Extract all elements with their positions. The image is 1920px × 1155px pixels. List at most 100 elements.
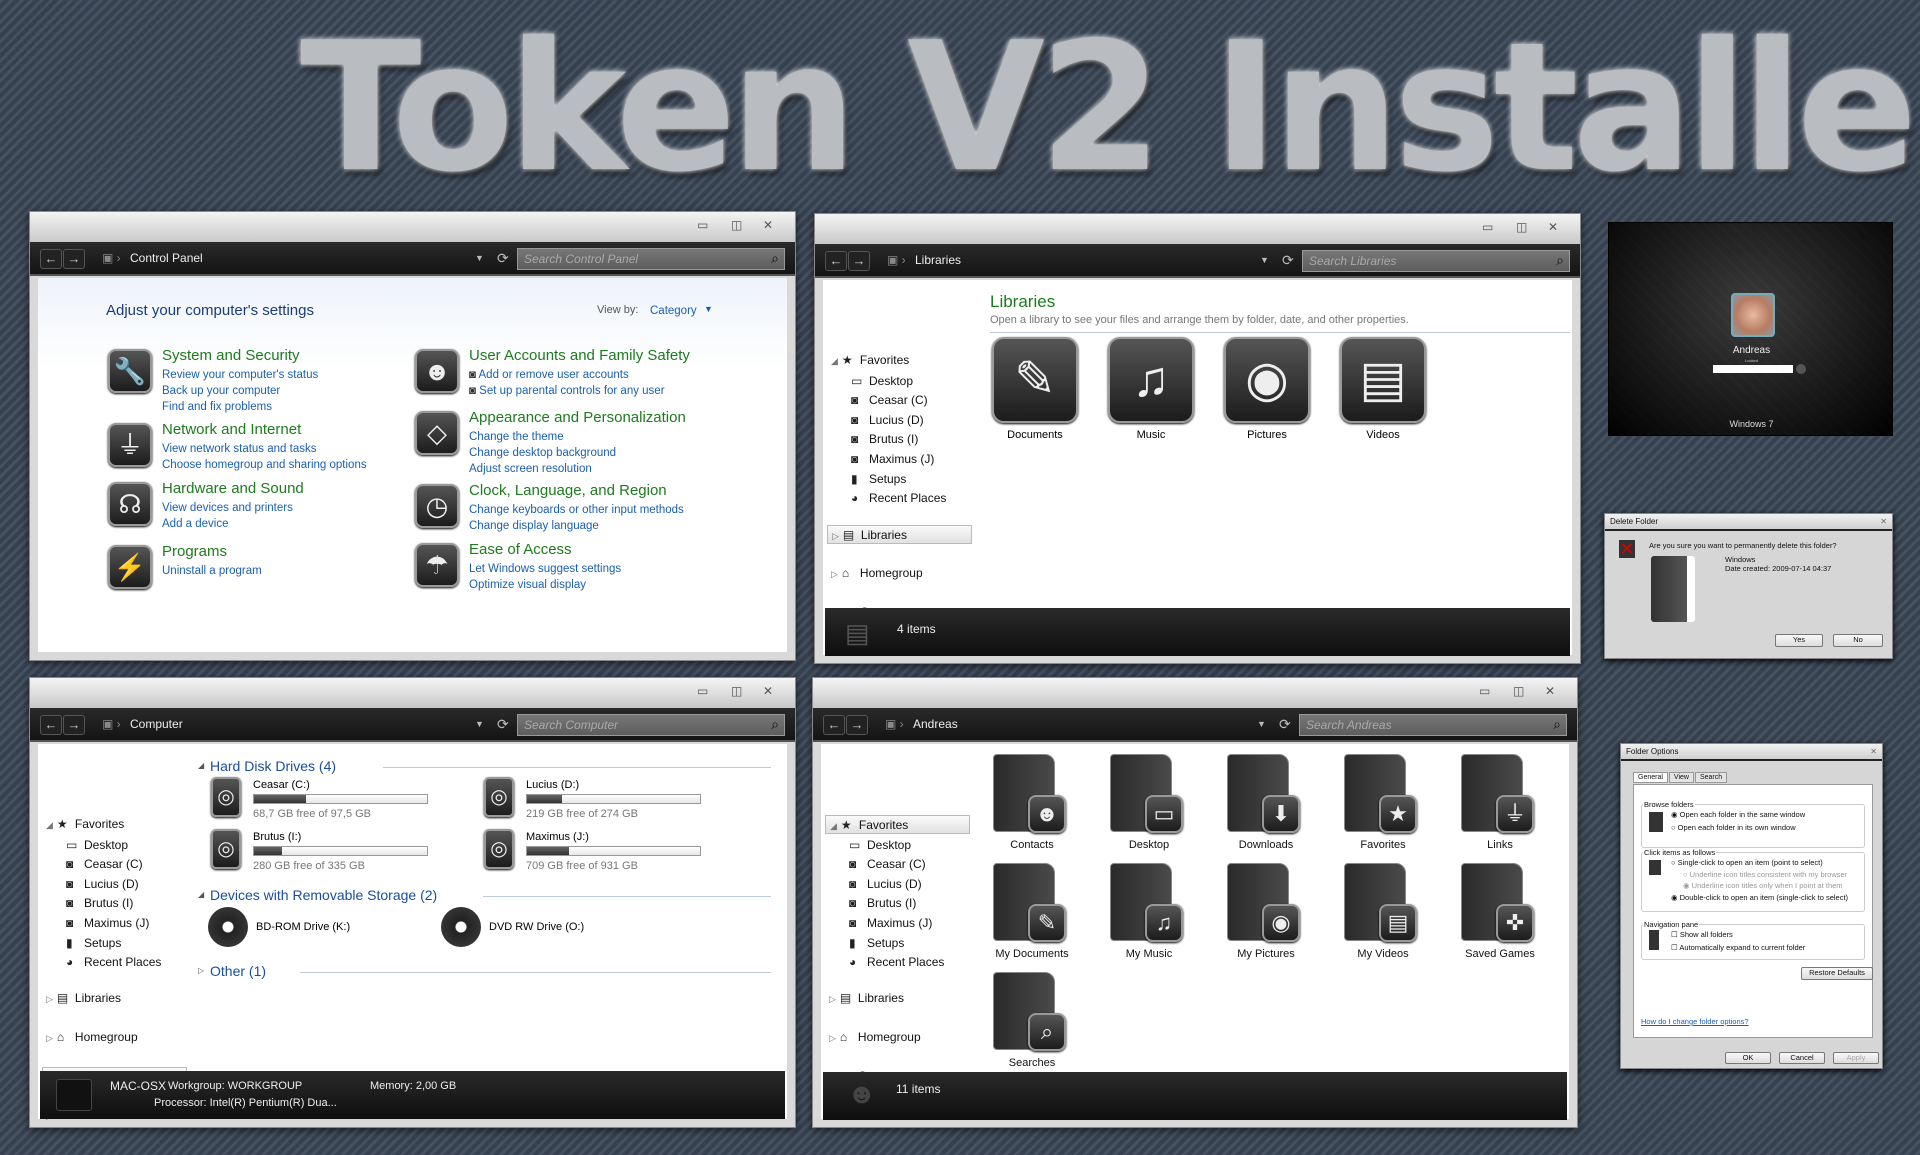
nav-libraries[interactable]: ▷ ▤ Libraries bbox=[827, 525, 972, 544]
option-radio[interactable]: ○ Single-click to open an item (point to… bbox=[1671, 858, 1823, 867]
category-link[interactable]: View network status and tasks bbox=[162, 441, 316, 457]
cancel-button[interactable]: Cancel bbox=[1779, 1052, 1825, 1064]
drive-name[interactable]: DVD RW Drive (O:) bbox=[489, 921, 584, 933]
nav-item-maximus-j-[interactable]: ◙ Maximus (J) bbox=[66, 916, 149, 930]
search-icon[interactable]: ⌕ bbox=[771, 250, 779, 267]
nav-libraries[interactable]: ▷ ▤ Libraries bbox=[42, 989, 187, 1008]
section-header[interactable]: Hard Disk Drives (4) bbox=[210, 758, 336, 774]
category-link[interactable]: Let Windows suggest settings bbox=[469, 561, 621, 577]
forward-button[interactable]: → bbox=[846, 715, 868, 735]
folder-label[interactable]: My Pictures bbox=[1221, 948, 1311, 960]
search-icon[interactable]: ⌕ bbox=[1556, 252, 1564, 269]
library-label[interactable]: Documents bbox=[982, 429, 1088, 441]
folder-label[interactable]: My Music bbox=[1104, 948, 1194, 960]
nav-item-ceasar-c-[interactable]: ◙ Ceasar (C) bbox=[849, 857, 926, 871]
category-title[interactable]: Programs bbox=[162, 543, 227, 560]
folder-icon[interactable]: ☻ bbox=[993, 754, 1066, 833]
section-header[interactable]: Other (1) bbox=[210, 963, 266, 979]
folder-label[interactable]: Favorites bbox=[1338, 839, 1428, 851]
category-title[interactable]: Clock, Language, and Region bbox=[469, 482, 667, 499]
expand-arrow-icon[interactable]: ◢ bbox=[831, 356, 838, 366]
library-label[interactable]: Music bbox=[1098, 429, 1204, 441]
nav-libraries[interactable]: ▷ ▤ Libraries bbox=[825, 989, 970, 1008]
nav-item-lucius-d-[interactable]: ◙ Lucius (D) bbox=[849, 877, 922, 891]
section-arrow-icon[interactable]: ◢ bbox=[198, 890, 204, 899]
drive-name[interactable]: Maximus (J:) bbox=[526, 831, 589, 843]
search-icon[interactable]: ⌕ bbox=[771, 716, 779, 733]
expand-arrow-icon[interactable]: ▷ bbox=[46, 1033, 53, 1043]
option-check[interactable]: ☐ Show all folders bbox=[1671, 930, 1733, 939]
folder-label[interactable]: Saved Games bbox=[1455, 948, 1545, 960]
nav-item-recent-places[interactable]: ◕ Recent Places bbox=[849, 955, 944, 969]
yes-button[interactable]: Yes bbox=[1775, 634, 1823, 647]
drive-name[interactable]: Lucius (D:) bbox=[526, 779, 579, 791]
expand-arrow-icon[interactable]: ▷ bbox=[831, 569, 838, 579]
category-title[interactable]: Hardware and Sound bbox=[162, 480, 304, 497]
close-icon[interactable]: ✕ bbox=[1880, 517, 1887, 526]
umbrella-icon[interactable]: ☂ bbox=[415, 543, 459, 587]
section-arrow-icon[interactable]: ◢ bbox=[198, 761, 204, 770]
breadcrumb[interactable]: Libraries bbox=[915, 253, 961, 267]
radio-checked-icon[interactable]: ◉ bbox=[1671, 893, 1680, 902]
nav-item-desktop[interactable]: ▭ Desktop bbox=[66, 838, 128, 852]
nav-item-lucius-d-[interactable]: ◙ Lucius (D) bbox=[851, 413, 924, 427]
hard-drive-icon[interactable]: ◎ bbox=[484, 829, 514, 869]
folder-icon[interactable]: ▤ bbox=[1344, 863, 1417, 942]
category-link[interactable]: Review your computer's status bbox=[162, 367, 318, 383]
radio-checked-icon[interactable]: ◉ bbox=[1683, 881, 1692, 890]
drive-name[interactable]: Ceasar (C:) bbox=[253, 779, 310, 791]
expand-arrow-icon[interactable]: ◢ bbox=[830, 821, 837, 831]
nav-favorites[interactable]: ◢ ★ Favorites bbox=[827, 351, 972, 370]
category-title[interactable]: Network and Internet bbox=[162, 421, 301, 438]
section-arrow-icon[interactable]: ▷ bbox=[198, 966, 204, 975]
folder-label[interactable]: Links bbox=[1455, 839, 1545, 851]
folder-label[interactable]: My Documents bbox=[987, 948, 1077, 960]
folder-icon[interactable]: ✎ bbox=[993, 863, 1066, 942]
nav-item-desktop[interactable]: ▭ Desktop bbox=[849, 838, 911, 852]
back-button[interactable]: ← bbox=[825, 251, 847, 271]
drive-name[interactable]: Brutus (I:) bbox=[253, 831, 301, 843]
folder-icon[interactable]: ⬇ bbox=[1227, 754, 1300, 833]
category-link[interactable]: ◙ Add or remove user accounts bbox=[469, 367, 629, 383]
music-icon[interactable]: ♫ bbox=[1108, 337, 1194, 423]
ok-button[interactable]: OK bbox=[1725, 1052, 1771, 1064]
option-check[interactable]: ☐ Automatically expand to current folder bbox=[1671, 943, 1805, 952]
nav-homegroup[interactable]: ▷ ⌂ Homegroup bbox=[42, 1028, 187, 1047]
nav-item-ceasar-c-[interactable]: ◙ Ceasar (C) bbox=[851, 393, 928, 407]
breadcrumb[interactable]: Computer bbox=[130, 717, 183, 731]
checkbox-icon[interactable]: ☐ bbox=[1671, 930, 1680, 939]
category-link[interactable]: Change keyboards or other input methods bbox=[469, 502, 684, 518]
nav-item-brutus-i-[interactable]: ◙ Brutus (I) bbox=[851, 432, 918, 446]
category-link[interactable]: Back up your computer bbox=[162, 383, 280, 399]
refresh-icon[interactable]: ⟳ bbox=[1282, 252, 1294, 269]
hard-drive-icon[interactable]: ◎ bbox=[211, 829, 241, 869]
back-button[interactable]: ← bbox=[40, 249, 62, 269]
dropdown-icon[interactable]: ▼ bbox=[1260, 255, 1269, 265]
close-icon[interactable]: ✕ bbox=[1548, 220, 1558, 234]
category-title[interactable]: System and Security bbox=[162, 347, 300, 364]
documents-icon[interactable]: ✎ bbox=[992, 337, 1078, 423]
category-link[interactable]: View devices and printers bbox=[162, 500, 293, 516]
search-icon[interactable]: ⌕ bbox=[1553, 716, 1561, 733]
restore-defaults-button[interactable]: Restore Defaults bbox=[1801, 967, 1873, 980]
maximize-icon[interactable]: ◫ bbox=[1516, 220, 1527, 234]
minimize-icon[interactable]: ▭ bbox=[1482, 220, 1493, 234]
no-button[interactable]: No bbox=[1833, 634, 1883, 647]
category-link[interactable]: Change display language bbox=[469, 518, 599, 534]
category-link[interactable]: Choose homegroup and sharing options bbox=[162, 457, 367, 473]
refresh-icon[interactable]: ⟳ bbox=[497, 716, 509, 733]
lightning-icon[interactable]: ⚡ bbox=[108, 545, 152, 589]
forward-button[interactable]: → bbox=[63, 249, 85, 269]
optical-disc-icon[interactable] bbox=[441, 907, 481, 947]
dropdown-icon[interactable]: ▼ bbox=[475, 253, 484, 263]
category-link[interactable]: Change desktop background bbox=[469, 445, 616, 461]
users-icon[interactable]: ☻ bbox=[415, 349, 459, 393]
folder-icon[interactable]: ▭ bbox=[1110, 754, 1183, 833]
help-link[interactable]: How do I change folder options? bbox=[1641, 1017, 1749, 1026]
nav-item-lucius-d-[interactable]: ◙ Lucius (D) bbox=[66, 877, 139, 891]
breadcrumb[interactable]: Control Panel bbox=[130, 251, 203, 265]
folder-label[interactable]: Contacts bbox=[987, 839, 1077, 851]
optical-disc-icon[interactable] bbox=[208, 907, 248, 947]
expand-arrow-icon[interactable]: ▷ bbox=[832, 531, 839, 541]
category-link[interactable]: ◙ Set up parental controls for any user bbox=[469, 383, 665, 399]
